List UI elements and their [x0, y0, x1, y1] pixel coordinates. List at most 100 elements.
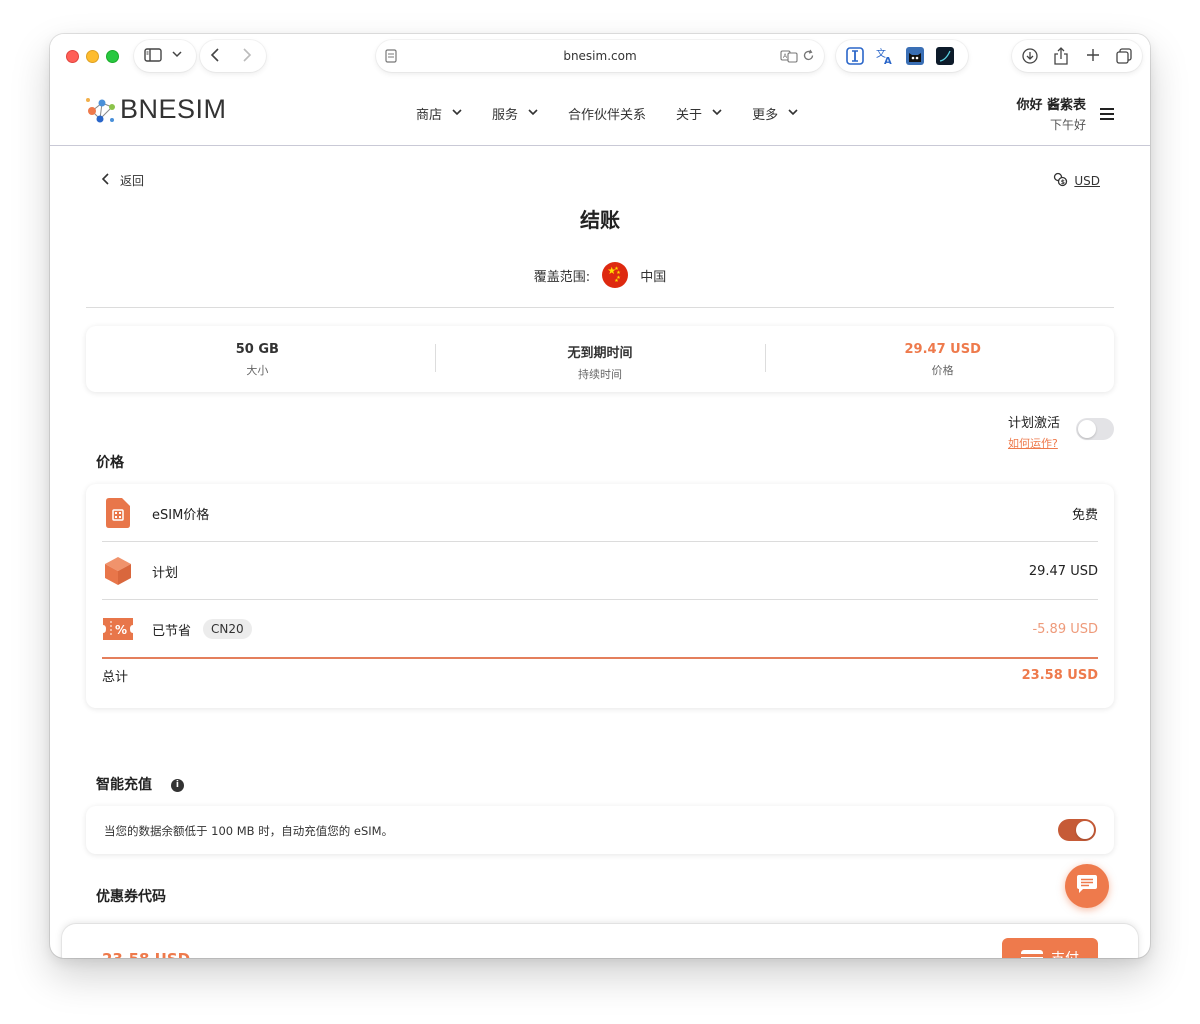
browser-toolbar: bnesim.com A 文A	[50, 34, 1150, 80]
chevron-down-icon	[788, 108, 798, 119]
checkout-bar: 23.58 USD 支付	[62, 924, 1138, 958]
svg-text:A: A	[884, 56, 892, 65]
translate-icon[interactable]: A	[780, 49, 798, 63]
site-logo[interactable]: BNESIM	[84, 94, 227, 125]
menu-item-label: 更多	[752, 108, 779, 123]
total-label: 总计	[102, 670, 129, 685]
svg-text:$: $	[1061, 179, 1065, 186]
discount-ticket-icon: %	[102, 613, 134, 645]
toggle-knob	[1076, 821, 1094, 839]
new-tab-icon[interactable]	[1086, 48, 1100, 62]
credit-card-icon	[1021, 950, 1043, 958]
sidebar-icon[interactable]	[144, 48, 162, 62]
navigation-buttons	[200, 40, 266, 72]
checkout-total: 23.58 USD	[102, 950, 190, 958]
section-divider	[86, 307, 1114, 308]
smart-topup-title: 智能充值	[96, 777, 152, 793]
summary-price: 29.47 USD 价格	[771, 326, 1114, 392]
smart-topup-card: 当您的数据余额低于 100 MB 时，自动充值您的 eSIM。	[86, 806, 1114, 854]
logo-molecule-icon	[86, 97, 115, 122]
how-it-works-link[interactable]: 如何运作?	[1008, 435, 1060, 451]
cat-extension-icon[interactable]	[906, 47, 924, 65]
coins-icon: $	[1053, 172, 1068, 190]
zoom-window-button[interactable]	[106, 50, 119, 63]
price-section-title: 价格	[96, 455, 124, 471]
svg-text:A: A	[783, 53, 788, 60]
coupon-section-title: 优惠券代码	[96, 889, 166, 905]
plan-activation: 计划激活 如何运作?	[1008, 412, 1060, 451]
svg-text:%: %	[115, 623, 127, 637]
back-label: 返回	[120, 174, 145, 188]
summary-value: 无到期时间	[567, 346, 633, 361]
total-amount: 23.58 USD	[1021, 668, 1098, 683]
share-icon[interactable]	[1054, 47, 1068, 65]
plan-summary-card: 50 GB 大小 无到期时间 持续时间 29.47 USD 价格	[86, 326, 1114, 392]
terminal-extension-icon[interactable]	[936, 47, 954, 65]
summary-separator	[765, 344, 766, 372]
summary-separator	[435, 344, 436, 372]
summary-size: 50 GB 大小	[86, 326, 429, 392]
menu-item-shop[interactable]: 商店	[416, 104, 462, 123]
minimize-window-button[interactable]	[86, 50, 99, 63]
main-menu: 商店 服务 合作伙伴关系 关于 更多	[416, 104, 828, 123]
forward-nav-icon[interactable]	[242, 48, 252, 62]
package-box-icon	[102, 555, 134, 587]
hamburger-menu-icon[interactable]	[1100, 104, 1114, 125]
smart-topup-description: 当您的数据余额低于 100 MB 时，自动充值您的 eSIM。	[104, 824, 394, 838]
chat-bubble-icon	[1076, 874, 1098, 898]
close-window-button[interactable]	[66, 50, 79, 63]
total-divider	[102, 657, 1098, 659]
plan-activation-label: 计划激活	[1007, 416, 1060, 431]
page-title: 结账	[580, 208, 620, 232]
chevron-down-icon[interactable]	[172, 49, 182, 59]
menu-item-label: 合作伙伴关系	[568, 108, 647, 123]
logo-text: BNESIM	[120, 94, 227, 124]
pay-button[interactable]: 支付	[1002, 938, 1098, 958]
menu-item-partnership[interactable]: 合作伙伴关系	[568, 104, 646, 123]
user-greeting[interactable]: 你好 酱紫表 下午好	[1016, 94, 1086, 133]
currency-selector[interactable]: $ USD	[1053, 172, 1100, 190]
tab-overview-icon[interactable]	[1116, 48, 1132, 64]
price-row-name: 计划	[152, 565, 179, 581]
smart-topup-toggle[interactable]	[1058, 819, 1096, 841]
coverage-info: 覆盖范围: ★ ★ ★ ★ ★ 中国	[50, 262, 1150, 288]
greeting-subtitle: 下午好	[1049, 118, 1086, 132]
chat-button[interactable]	[1065, 864, 1109, 908]
china-flag-icon: ★ ★ ★ ★ ★	[602, 262, 629, 288]
sim-card-icon	[102, 497, 134, 529]
summary-value: 29.47 USD	[904, 342, 981, 357]
chevron-down-icon	[712, 108, 722, 119]
menu-item-services[interactable]: 服务	[492, 104, 538, 123]
info-icon[interactable]: i	[170, 778, 184, 792]
price-total-row: 总计 23.58 USD	[102, 666, 1098, 685]
translate-extension-icon[interactable]: 文A	[876, 47, 894, 65]
checkout-page: 返回 $ USD 结账 覆盖范围: ★ ★ ★ ★ ★ 中国 50 GB 大小	[50, 146, 1150, 958]
plan-activation-toggle[interactable]	[1076, 418, 1114, 440]
greeting-name: 你好 酱紫表	[1016, 98, 1086, 113]
menu-item-more[interactable]: 更多	[752, 104, 798, 123]
menu-item-label: 商店	[416, 108, 443, 123]
browser-window: bnesim.com A 文A BNESIM 商店 服务 合作伙伴关系 关于 更…	[50, 34, 1150, 958]
promo-code-badge: CN20	[203, 619, 252, 639]
chevron-down-icon	[528, 108, 538, 119]
price-row-amount: -5.89 USD	[1032, 621, 1098, 637]
back-link[interactable]: 返回	[101, 172, 145, 189]
coverage-label: 覆盖范围:	[533, 269, 591, 285]
back-nav-icon[interactable]	[210, 48, 220, 62]
price-breakdown-card: eSIM价格 免费 计划 29.47 USD % 已节省 CN20 -5.89 …	[86, 484, 1114, 708]
toggle-knob	[1078, 420, 1096, 438]
discount-label: 已节省	[152, 623, 192, 639]
price-row-discount: % 已节省 CN20 -5.89 USD	[102, 600, 1098, 658]
price-row-esim: eSIM价格 免费	[102, 484, 1098, 542]
price-row-name: 已节省 CN20	[152, 619, 252, 639]
address-bar[interactable]: bnesim.com A	[376, 40, 824, 72]
download-icon[interactable]	[1022, 48, 1038, 64]
pay-button-label: 支付	[1051, 948, 1079, 958]
reload-icon[interactable]	[802, 49, 815, 62]
text-cursor-extension-icon[interactable]	[846, 47, 864, 65]
summary-label: 大小	[246, 364, 269, 377]
menu-item-about[interactable]: 关于	[676, 104, 722, 123]
extensions-bar: 文A	[836, 40, 968, 72]
menu-item-label: 关于	[676, 108, 703, 123]
url-text[interactable]: bnesim.com	[376, 49, 824, 63]
